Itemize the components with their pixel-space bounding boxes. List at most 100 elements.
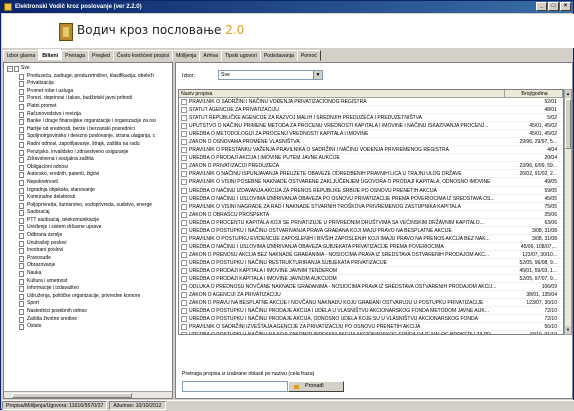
table-row[interactable]: ZAKON O PRENOSU AKCIJA BEZ NAKNADE GRAĐA… bbox=[179, 251, 563, 259]
tab-item[interactable]: Podešavanja bbox=[259, 50, 298, 61]
table-row[interactable]: UREDBA O POSTUPKU I NAČINU RESTRUKTURIRA… bbox=[179, 259, 563, 267]
table-row[interactable]: PRAVILNIK O NAČINU ISPUNJAVANJA PREUZETE… bbox=[179, 170, 563, 179]
table-row[interactable]: PRAVILNIK O VISINI POSEBNE NAKNADE OSTVA… bbox=[179, 178, 563, 187]
table-row[interactable]: UREDBA O POSTUPKU I NAČINU OSTVARIVANJA … bbox=[179, 227, 563, 235]
table-row[interactable]: ZAKON O AGENCIJI ZA PRIVATIZACIJU 38/01, … bbox=[179, 291, 563, 300]
table-row[interactable]: STATUT REPUBLIČKE AGENCIJE ZA RAZVOJ MAL… bbox=[179, 114, 563, 123]
table-row[interactable]: UREDBA O PROCENTU KAPITALA KOJI SE PRIVA… bbox=[179, 219, 563, 227]
column-header-number[interactable]: Broj/godina bbox=[505, 90, 563, 97]
tree-item[interactable]: Autorsko, srodnih, patenti, žigovi bbox=[7, 171, 172, 179]
table-row[interactable]: STATUT AGENCIJE ZA PRIVATIZACIJU 48/01 bbox=[179, 106, 563, 115]
tab-item[interactable]: Bilteni bbox=[38, 49, 63, 61]
tree-item[interactable]: Informacije i izdavaštvo bbox=[7, 285, 172, 293]
tree-item[interactable]: Nepokretnosti bbox=[7, 179, 172, 187]
tab-item[interactable]: Pretraga bbox=[61, 50, 90, 61]
tree-item[interactable]: Udruženja, političke organizacije, privr… bbox=[7, 293, 172, 301]
scroll-up-arrow-icon[interactable]: ▲ bbox=[565, 90, 571, 98]
filter-select[interactable]: Sve ▼ bbox=[218, 70, 323, 80]
tree-item[interactable]: Inostrani poslovi bbox=[7, 247, 172, 255]
tree-item[interactable]: Zdravstvena i socijalna zaštita bbox=[7, 156, 172, 164]
table-row[interactable]: ODLUKA O PREDNOSU NOVČANE NAKNADE GRAĐAN… bbox=[179, 283, 563, 292]
table-row[interactable]: UREDBA O POSTUPKU I NAČINU NA KOJI ZAKON… bbox=[179, 331, 563, 334]
table-row[interactable]: UREDBA O NAČINU I USLOVIMA IZMIRIVANJA O… bbox=[179, 195, 563, 203]
tree-horizontal-scrollbar[interactable] bbox=[4, 391, 172, 398]
table-row[interactable]: UREDBA O POSTUPKU I NAČINU PRODAJE AKCIJ… bbox=[179, 307, 563, 316]
tree-item-label: Komunalne delatnosti bbox=[27, 194, 76, 201]
tree-item[interactable]: Sport bbox=[7, 300, 172, 308]
table-row[interactable]: UREDBA O PRODAJI KAPITALA I IMOVINE JAVN… bbox=[179, 267, 563, 276]
tree-item-label: Poljoprivreda, šumarstvo, vodoprivreda, … bbox=[27, 201, 153, 208]
table-row[interactable]: UREDBA O NAČINU IZDAVANJA AKCIJA ZA PREN… bbox=[179, 187, 563, 195]
collapse-icon[interactable]: − bbox=[7, 66, 13, 72]
table-row[interactable]: ZAKON O PRAVU NA BESPLATNE AKCIJE I NOVČ… bbox=[179, 299, 563, 308]
scroll-thumb[interactable] bbox=[565, 99, 571, 149]
tab-item[interactable]: Mišljenja bbox=[172, 50, 201, 61]
tree-item[interactable]: Banke i druge finansijske organizacije i… bbox=[7, 118, 172, 126]
tree-item[interactable]: Zaštita životne sredine bbox=[7, 316, 172, 324]
scroll-down-arrow-icon[interactable]: ▼ bbox=[565, 326, 571, 334]
tree-item[interactable]: Spoljnotrgovinsko i devizno poslovanje, … bbox=[7, 133, 172, 141]
search-input[interactable] bbox=[182, 381, 288, 392]
tab-item[interactable]: Arhiva bbox=[199, 50, 223, 61]
table-row[interactable]: UREDBA O NAČINU I USLOVIMA IZMIRIVANJA O… bbox=[179, 243, 563, 251]
tree-item[interactable]: Platni promet bbox=[7, 103, 172, 111]
table-row[interactable]: UREDBA O PRODAJI KAPITALA I IMOVINE JAVN… bbox=[179, 275, 563, 284]
tree-item[interactable]: Privatizacija bbox=[7, 80, 172, 88]
table-row[interactable]: PRAVILNIK O PRESTANKU VAŽENJA PRAVILNIKA… bbox=[179, 146, 563, 155]
regulation-name: UREDBA O PRODAJI KAPITALA I IMOVINE JAVN… bbox=[189, 267, 338, 274]
tree-item[interactable]: Obrazovanje bbox=[7, 262, 172, 270]
regulations-table: Naziv propisa Broj/godina PRAVILNIK O SA… bbox=[178, 89, 564, 335]
table-row[interactable]: PRAVILNIK O SADRŽINI I NAČINU VOĐENJA PR… bbox=[179, 98, 563, 107]
tree-item[interactable]: Kultura i umetnost bbox=[7, 278, 172, 286]
tree-item[interactable]: Naslednici posebnih odnos bbox=[7, 308, 172, 316]
tab-item[interactable]: Tipski ugovori bbox=[221, 50, 261, 61]
tree-item[interactable]: Poljoprivreda, šumarstvo, vodoprivreda, … bbox=[7, 202, 172, 210]
table-row[interactable]: UREDBA O POSTUPKU I NAČINU PRODAJE AKCIJ… bbox=[179, 315, 563, 324]
tree-item[interactable]: Obligacioni odnosi bbox=[7, 164, 172, 172]
tree-item[interactable]: Nauka bbox=[7, 270, 172, 278]
title-bar[interactable]: Elektronski Vodič kroz poslovanje (ver 2… bbox=[1, 1, 573, 13]
tree-item[interactable]: Računovodstvo i revizija bbox=[7, 111, 172, 119]
tree-item[interactable]: Porezi, doprinosi i takse, budžetski jav… bbox=[7, 95, 172, 103]
column-header-name[interactable]: Naziv propisa bbox=[179, 90, 505, 97]
table-row[interactable]: UREDBA O PRODAJI AKCIJA I IMOVINE PUTEM … bbox=[179, 154, 563, 163]
table-row[interactable]: ZAKON O OBRASCU PROSPEKTA 25/06 bbox=[179, 211, 563, 219]
tree-item[interactable]: Preduzeća, zadruge, preduzetništvo, klas… bbox=[7, 73, 172, 81]
table-row[interactable]: ZAKON O PRIVATIZACIJI PREDUZEĆA 23/96, 6/… bbox=[179, 162, 563, 171]
tab-item[interactable]: Pomoć bbox=[296, 50, 321, 61]
tree-item[interactable]: Ostalo bbox=[7, 323, 172, 331]
regulation-name: UREDBA O METODOLOGIJI ZA PROCENU VREDNOS… bbox=[189, 131, 369, 138]
tree-item[interactable]: Hartije od vrednosti, berze i berzanski … bbox=[7, 126, 172, 134]
tree-item[interactable]: Pravosuđe bbox=[7, 255, 172, 263]
table-row[interactable]: ZAKON O OSNOVAMA PROMENE VLASNIŠTVA 29/96… bbox=[179, 138, 563, 147]
minimize-button[interactable]: _ bbox=[536, 2, 547, 11]
tab-item[interactable]: Često korišćeni propisi bbox=[112, 50, 174, 61]
tab-item[interactable]: Pregled bbox=[88, 50, 114, 61]
document-icon bbox=[181, 300, 187, 307]
table-vertical-scrollbar[interactable]: ▲ ▼ bbox=[564, 89, 572, 335]
tree-item[interactable]: Penzijsko, invalidsko i zdravstveno osig… bbox=[7, 149, 172, 157]
tab-item[interactable]: Izbor glavna bbox=[3, 50, 40, 61]
tree-item[interactable]: PTT saobraćaj, telekomunikacije bbox=[7, 217, 172, 225]
tree-item[interactable]: Komunalne delatnosti bbox=[7, 194, 172, 202]
table-row[interactable]: UREDBA O METODOLOGIJI ZA PROCENU VREDNOS… bbox=[179, 130, 563, 139]
table-row[interactable]: UPUTSTVO O NAČINU PRIMENE METODA ZA PROC… bbox=[179, 122, 563, 131]
tree-item[interactable]: Unutrašnji poslovi bbox=[7, 240, 172, 248]
close-button[interactable]: × bbox=[560, 2, 571, 11]
regulation-name: STATUT REPUBLIČKE AGENCIJE ZA RAZVOJ MAL… bbox=[189, 115, 423, 122]
maximize-button[interactable]: □ bbox=[548, 2, 559, 11]
table-row[interactable]: PRAVILNIK O VISINI NAGRADE ZA RAD I NAKN… bbox=[179, 203, 563, 211]
tree-item[interactable]: Saobraćaj bbox=[7, 209, 172, 217]
tree-item[interactable]: Izgradnja objekata, stanovanje bbox=[7, 187, 172, 195]
tree-item[interactable]: Odbrana zemlje bbox=[7, 232, 172, 240]
table-row[interactable]: PRAVILNIK O POSTUPKU EVIDENCIJE ZAPOSLEN… bbox=[179, 235, 563, 243]
table-row[interactable]: PRAVILNIK O SADRŽINI IZVEŠTAJA AGENCIJE … bbox=[179, 323, 563, 332]
tree-root[interactable]: − Sve bbox=[7, 65, 172, 73]
document-icon bbox=[181, 324, 187, 331]
chevron-down-icon[interactable]: ▼ bbox=[313, 71, 322, 79]
tree-item[interactable]: Uređenje i sistem državne uprave bbox=[7, 224, 172, 232]
scroll-thumb[interactable] bbox=[12, 393, 132, 398]
tree-item[interactable]: Promet robe i usluga bbox=[7, 88, 172, 96]
tree-item[interactable]: Radni odnosi, zapošljavanje, štrajk, zaš… bbox=[7, 141, 172, 149]
find-button[interactable]: Pronađi bbox=[288, 381, 344, 392]
